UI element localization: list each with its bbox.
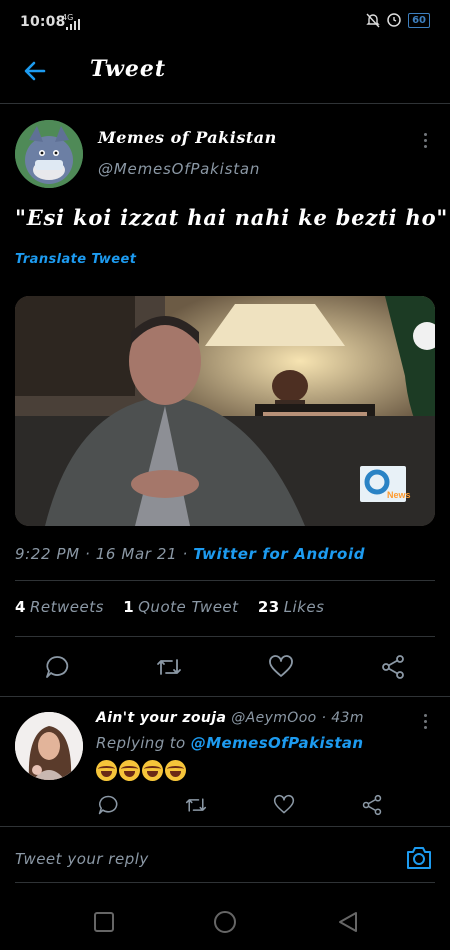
tweet-date: 16 Mar 21 — [95, 545, 178, 563]
author-handle[interactable]: @MemesOfPakistan — [98, 160, 260, 178]
battery-indicator: 60 — [408, 12, 430, 28]
share-icon[interactable] — [380, 654, 406, 680]
status-bar: 10:08 4G 60 — [0, 0, 450, 42]
author-name[interactable]: Memes of Pakistan — [98, 128, 277, 147]
tweet-stats: 4 Retweets 1 Quote Tweet 23 Likes — [15, 598, 338, 616]
retweets-stat[interactable]: 4 Retweets — [15, 598, 104, 616]
reply-icon[interactable] — [44, 654, 70, 680]
laughing-tears-emoji — [165, 760, 186, 781]
quote-tweets-stat[interactable]: 1 Quote Tweet — [123, 598, 238, 616]
signal-icon — [66, 19, 80, 30]
reply-reply-icon[interactable] — [97, 794, 119, 816]
divider — [0, 696, 450, 697]
laughing-tears-emoji — [119, 760, 140, 781]
reply-author-handle[interactable]: @AeymOoo — [231, 710, 316, 726]
likes-stat[interactable]: 23 Likes — [258, 598, 325, 616]
divider — [0, 826, 450, 827]
heart-icon[interactable] — [268, 654, 294, 680]
tweet-text: "Esi koi izzat hai nahi ke bezti ho" — [15, 205, 449, 230]
system-navigation-bar — [0, 890, 450, 950]
tweet-media-image[interactable]: News — [15, 296, 435, 526]
author-avatar[interactable] — [15, 120, 83, 188]
back-nav-icon[interactable] — [336, 910, 360, 934]
tweet-source-link[interactable]: Twitter for Android — [193, 545, 365, 563]
tweet-more-options-icon[interactable] — [422, 133, 428, 151]
reply-share-icon[interactable] — [361, 794, 383, 816]
divider — [15, 580, 435, 581]
reply-text — [96, 760, 186, 781]
reply-retweet-icon[interactable] — [185, 794, 207, 816]
laughing-tears-emoji — [96, 760, 117, 781]
reply-heart-icon[interactable] — [273, 794, 295, 816]
reply-author-name[interactable]: Ain't your zouja — [96, 710, 226, 726]
reply-composer-input[interactable]: Tweet your reply — [15, 850, 149, 868]
reply-more-options-icon[interactable] — [422, 714, 428, 732]
media-watermark: News — [387, 490, 411, 500]
retweet-icon[interactable] — [156, 654, 182, 680]
divider — [15, 882, 435, 883]
laughing-tears-emoji — [142, 760, 163, 781]
page-title: Tweet — [90, 56, 167, 82]
tweet-time: 9:22 PM — [15, 545, 80, 563]
reply-header: Ain't your zouja @AeymOoo · 43m — [96, 710, 364, 726]
mute-bell-icon — [366, 13, 380, 28]
tweet-timestamp-row: 9:22 PM · 16 Mar 21 · Twitter for Androi… — [15, 545, 366, 563]
alarm-icon — [387, 13, 401, 27]
status-time: 10:08 — [20, 14, 66, 30]
replying-to-mention[interactable]: @MemesOfPakistan — [191, 734, 364, 752]
reply-author-avatar[interactable] — [15, 712, 83, 780]
recents-icon[interactable] — [92, 910, 116, 934]
translate-tweet-link[interactable]: Translate Tweet — [15, 252, 136, 267]
reply-age: 43m — [331, 710, 364, 726]
back-arrow-icon[interactable] — [22, 58, 48, 84]
divider — [15, 636, 435, 637]
camera-icon[interactable] — [405, 845, 433, 871]
home-icon[interactable] — [213, 910, 237, 934]
replying-to: Replying to @MemesOfPakistan — [96, 734, 364, 752]
replying-to-label: Replying to — [96, 734, 186, 752]
top-app-bar: Tweet — [0, 42, 450, 104]
